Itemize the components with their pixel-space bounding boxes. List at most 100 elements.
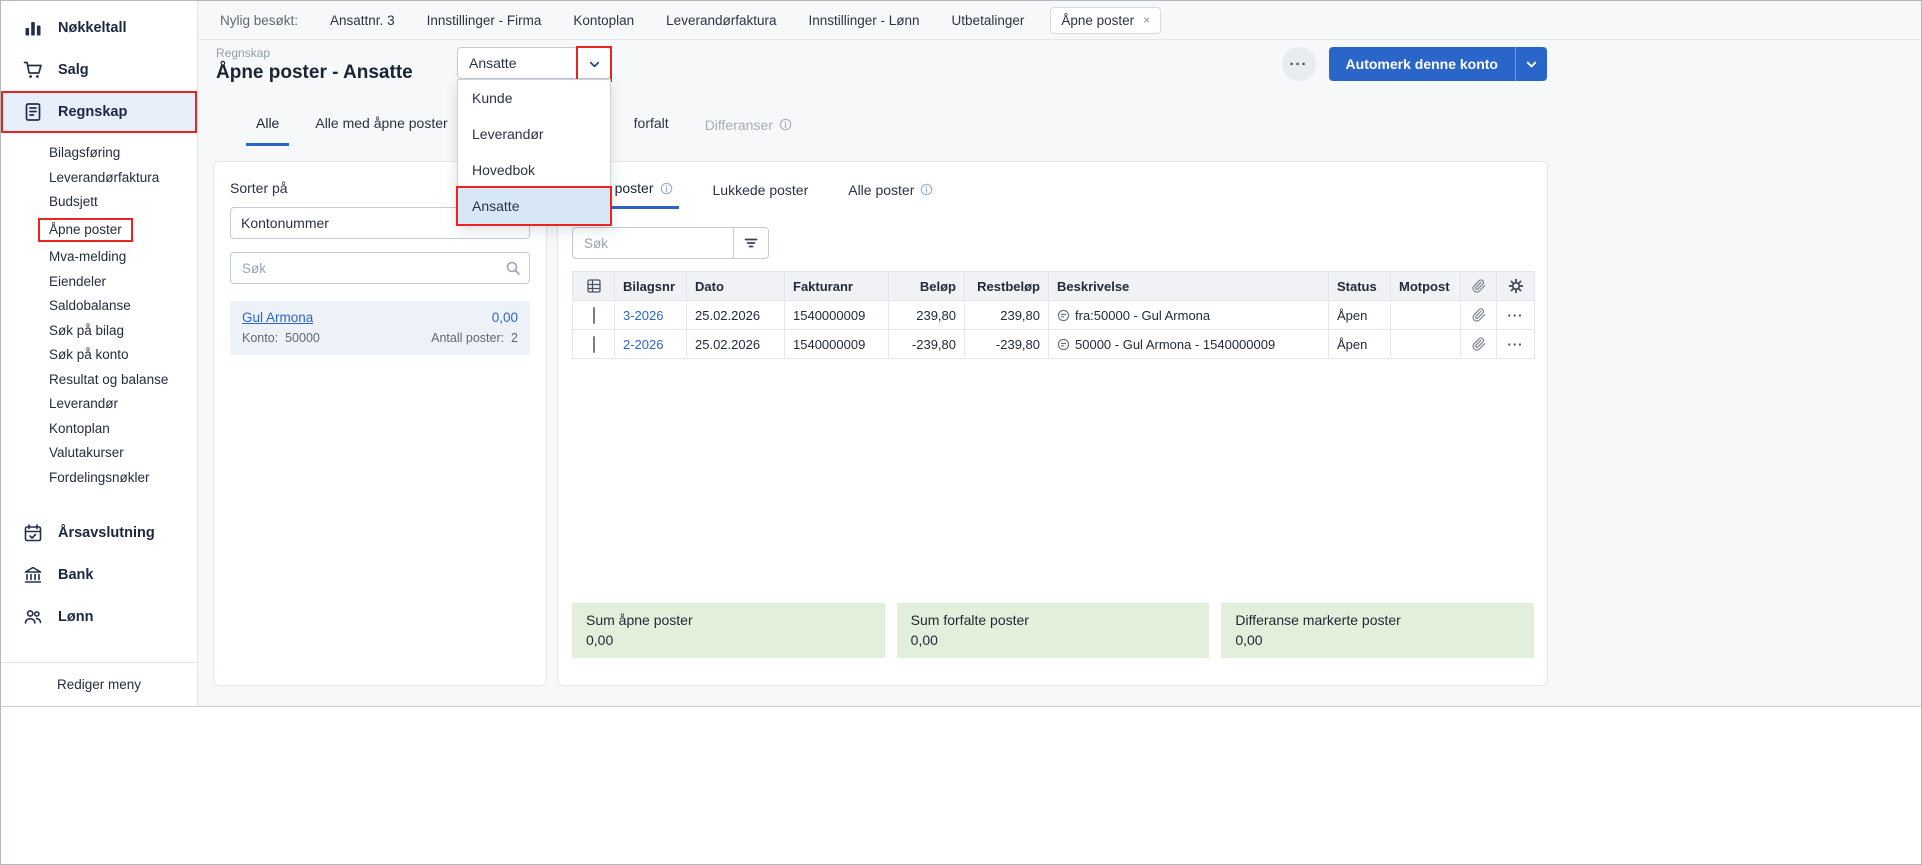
app-window: Nøkkeltall Salg Regnskap Bilagsføring Le… [0,0,1922,865]
sidebar-item-regnskap[interactable]: Regnskap [1,91,197,133]
sidebar-subitem-apne-poster[interactable]: Åpne poster [1,215,197,246]
recently-visited-label: Nylig besøkt: [220,13,298,28]
dropdown-option-leverandor[interactable]: Leverandør [458,116,610,152]
tab-alle-poster[interactable]: Alle poster [842,176,939,209]
automerk-dropdown-toggle[interactable] [1515,47,1547,81]
sidebar-subitem-saldobalanse[interactable]: Saldobalanse [1,294,197,319]
bilagsnr-link[interactable]: 3-2026 [623,308,663,323]
more-options-button[interactable]: ··· [1282,47,1316,81]
tab-alle-med-apne-poster[interactable]: Alle med åpne poster [305,109,457,146]
account-link[interactable]: Gul Armona [242,310,313,325]
entry-badge-icon [1057,338,1070,351]
tab-alle[interactable]: Alle [246,109,289,146]
col-bilagsnr[interactable]: Bilagsnr [615,272,687,301]
cell-status: Åpen [1329,301,1391,330]
col-fakturanr[interactable]: Fakturanr [785,272,889,301]
sidebar-subitem-valutakurser[interactable]: Valutakurser [1,441,197,466]
sidebar-subitem-sok-pa-bilag[interactable]: Søk på bilag [1,319,197,344]
recent-link-kontoplan[interactable]: Kontoplan [573,13,634,28]
automerk-button[interactable]: Automerk denne konto [1329,47,1547,81]
cart-icon [23,60,43,80]
posts-table: Bilagsnr Dato Fakturanr Beløp Restbeløp … [572,271,1535,359]
dropdown-option-kunde[interactable]: Kunde [458,80,610,116]
summary-due-posts: Sum forfalte poster 0,00 [897,603,1210,658]
sidebar-item-label: Lønn [58,609,93,625]
recent-link-leverandorfaktura[interactable]: Leverandørfaktura [666,13,776,28]
sidebar-item-salg[interactable]: Salg [1,49,197,91]
dropdown-option-ansatte[interactable]: Ansatte [458,188,610,224]
context-dropdown-menu: Kunde Leverandør Hovedbok Ansatte [457,79,611,225]
account-filter-panel: Sorter på Kontonummer Gul Armona 0,00 [213,161,547,686]
sidebar-subitem-budsjett[interactable]: Budsjett [1,190,197,215]
recent-link-innstillinger-lonn[interactable]: Innstillinger - Lønn [808,13,919,28]
people-icon [23,607,43,627]
recent-link-ansattnr[interactable]: Ansattnr. 3 [330,13,395,28]
subitem-label: Åpne poster [40,220,131,241]
account-search [230,252,530,284]
info-icon [920,183,933,196]
gear-icon [1508,278,1524,294]
sidebar-subitem-eiendeler[interactable]: Eiendeler [1,270,197,295]
account-search-input[interactable] [230,252,530,284]
paperclip-icon [1471,278,1487,294]
context-type-select[interactable]: Ansatte [457,47,611,79]
filter-button[interactable] [734,227,769,259]
posts-search-input[interactable] [572,227,734,259]
tab-forfalt[interactable]: forfalt [624,109,679,146]
tab-lukkede-poster[interactable]: Lukkede poster [707,176,815,209]
page-content: Regnskap Åpne poster - Ansatte Ansatte K… [198,40,1549,706]
sidebar-subitem-kontoplan[interactable]: Kontoplan [1,417,197,442]
recent-link-utbetalinger[interactable]: Utbetalinger [952,13,1025,28]
sidebar-subitem-fordelingsnokler[interactable]: Fordelingsnøkler [1,466,197,491]
sidebar-subitem-sok-pa-konto[interactable]: Søk på konto [1,343,197,368]
col-beskrivelse[interactable]: Beskrivelse [1049,272,1329,301]
table-header-row: Bilagsnr Dato Fakturanr Beløp Restbeløp … [573,272,1535,301]
sidebar-subitem-mva-melding[interactable]: Mva-melding [1,245,197,270]
col-settings[interactable] [1497,272,1535,301]
tab-differanser[interactable]: Differanser [695,109,802,146]
cell-beskrivelse: fra:50000 - Gul Armona [1057,308,1320,323]
cell-status: Åpen [1329,330,1391,359]
close-icon[interactable]: × [1143,13,1150,27]
chevron-down-icon [1524,57,1539,72]
paperclip-icon[interactable] [1471,336,1487,352]
sidebar-item-lonn[interactable]: Lønn [1,596,197,638]
table-row: 3-2026 25.02.2026 1540000009 239,80 239,… [573,301,1535,330]
select-all-header[interactable] [573,272,615,301]
recent-tab-apne-poster[interactable]: Åpne poster × [1050,7,1161,34]
row-actions-button[interactable]: ··· [1508,308,1524,323]
info-icon [779,118,792,131]
sidebar-item-nokkeltall[interactable]: Nøkkeltall [1,7,197,49]
col-restbelop[interactable]: Restbeløp [965,272,1049,301]
sidebar: Nøkkeltall Salg Regnskap Bilagsføring Le… [1,1,198,706]
sidebar-subitem-resultat-og-balanse[interactable]: Resultat og balanse [1,368,197,393]
row-actions-button[interactable]: ··· [1508,337,1524,352]
col-belop[interactable]: Beløp [889,272,965,301]
sidebar-item-label: Årsavslutning [58,525,155,541]
posts-tabs: Åpne poster Lukkede poster Alle poster [558,162,1547,209]
tab-differanser-label: Differanser [705,117,773,133]
sidebar-item-label: Bank [58,567,93,583]
sidebar-subitem-leverandor[interactable]: Leverandør [1,392,197,417]
sidebar-item-label: Salg [58,62,89,78]
automerk-button-label[interactable]: Automerk denne konto [1329,47,1515,81]
dropdown-option-hovedbok[interactable]: Hovedbok [458,152,610,188]
col-dato[interactable]: Dato [687,272,785,301]
sidebar-subitem-leverandorfaktura[interactable]: Leverandørfaktura [1,166,197,191]
account-list-item[interactable]: Gul Armona 0,00 Konto: 50000 Antall post… [230,301,530,355]
sidebar-subitem-bilagsforing[interactable]: Bilagsføring [1,141,197,166]
cell-restbelop: -239,80 [965,330,1049,359]
row-checkbox[interactable] [593,307,595,324]
cell-restbelop: 239,80 [965,301,1049,330]
edit-menu-button[interactable]: Rediger meny [1,662,197,706]
row-checkbox[interactable] [593,336,595,353]
sidebar-item-bank[interactable]: Bank [1,554,197,596]
sidebar-item-arsavslutning[interactable]: Årsavslutning [1,512,197,554]
col-status[interactable]: Status [1329,272,1391,301]
paperclip-icon[interactable] [1471,307,1487,323]
sidebar-item-label: Nøkkeltall [58,20,127,36]
col-motpost[interactable]: Motpost [1391,272,1461,301]
bilagsnr-link[interactable]: 2-2026 [623,337,663,352]
recent-link-innstillinger-firma[interactable]: Innstillinger - Firma [427,13,542,28]
recent-tab-label: Åpne poster [1061,13,1134,28]
